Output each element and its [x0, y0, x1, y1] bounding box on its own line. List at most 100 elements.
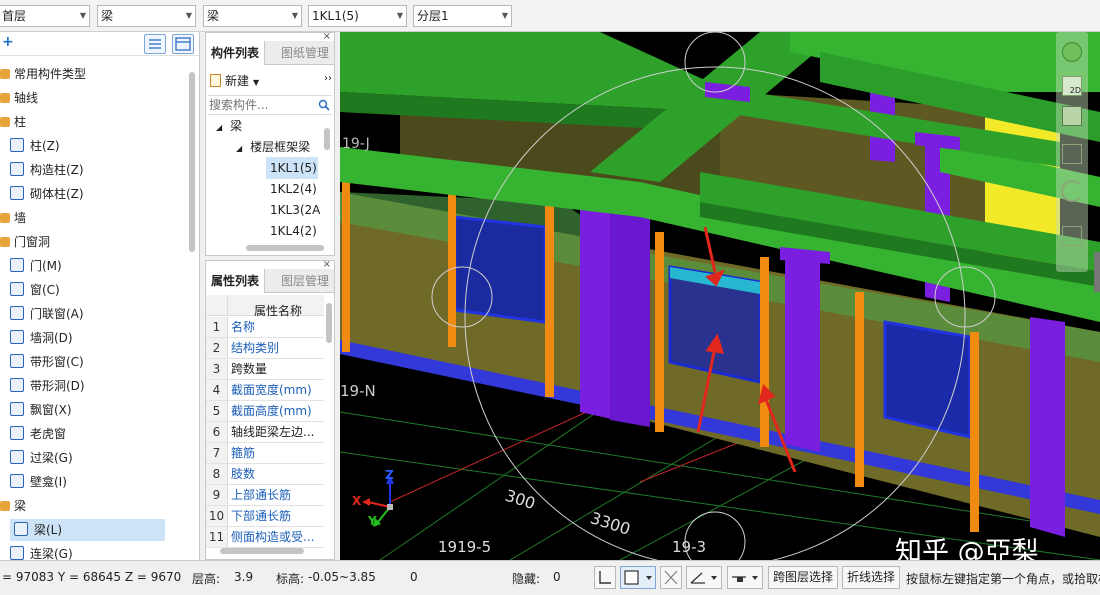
tree-item[interactable]: 窗(C) [10, 279, 60, 301]
floor-height-label: 层高: [192, 572, 221, 586]
property-hscrollbar[interactable] [220, 548, 304, 554]
tree-item[interactable]: 壁龛(I) [10, 471, 67, 493]
component-list-item[interactable]: 1KL2(4) [266, 178, 318, 200]
tab-property-list[interactable]: 属性列表 [206, 269, 266, 293]
cross-select-icon[interactable] [660, 566, 682, 589]
property-row[interactable]: 2 结构类别 [206, 338, 324, 359]
3d-viewport[interactable]: 19-J 19-N 300 3300 1919-5 19-3 X Y Z 知乎 … [340, 32, 1100, 560]
tree-item[interactable]: 带形洞(D) [10, 375, 85, 397]
axis-label-1919-5: 1919-5 [438, 538, 492, 556]
property-row-name: 结构类别 [231, 341, 280, 355]
cube-view-icon[interactable] [1062, 144, 1082, 164]
viewport-scroll-handle[interactable] [1094, 252, 1100, 292]
search-icon[interactable] [318, 99, 330, 111]
component-list-scrollbar[interactable] [324, 128, 330, 150]
globe-view-icon[interactable] [1062, 42, 1082, 62]
property-row[interactable]: 11 侧面构造或受... [206, 527, 324, 548]
property-header-label: 属性名称 [254, 304, 303, 318]
tree-item[interactable]: 过梁(G) [10, 447, 73, 469]
offset-icon[interactable] [727, 566, 763, 589]
property-row[interactable]: 1 名称 [206, 317, 324, 338]
tree-item[interactable]: 轴线 [0, 87, 38, 109]
angle-snap-icon[interactable] [686, 566, 722, 589]
tree-scrollbar[interactable] [189, 72, 195, 252]
axis-z-label: Z [385, 468, 394, 482]
object-snap-icon[interactable] [620, 566, 656, 589]
column-icon [10, 138, 24, 152]
tree-item[interactable]: 梁 [0, 495, 26, 517]
tree-item[interactable]: 柱 [0, 111, 26, 133]
tree-item-label: 轴线 [14, 91, 39, 105]
property-row[interactable]: 9 上部通长筋 [206, 485, 324, 506]
floor-select[interactable]: 首层 ▼ [0, 5, 90, 27]
ortho-snap-icon[interactable] [594, 566, 616, 589]
property-row-number: 6 [206, 422, 228, 442]
add-icon[interactable]: + [2, 34, 14, 50]
property-row[interactable]: 10 下部通长筋 [206, 506, 324, 527]
polyline-select-button[interactable]: 折线选择 [842, 566, 901, 589]
component-search-box[interactable] [208, 95, 332, 115]
expand-right-icon[interactable]: ›› [324, 73, 332, 84]
component-search-input[interactable] [208, 96, 313, 114]
tree-item[interactable]: 梁(L) [10, 519, 165, 541]
property-row-number: 10 [206, 506, 228, 526]
tree-item[interactable]: 飘窗(X) [10, 399, 72, 421]
tree-item[interactable]: 带形窗(C) [10, 351, 84, 373]
property-scrollbar[interactable] [326, 303, 332, 343]
property-row-name: 箍筋 [231, 446, 256, 460]
property-row[interactable]: 8 肢数 [206, 464, 324, 485]
tree-item[interactable]: 门窗洞 [0, 231, 50, 253]
tree-item[interactable]: 柱(Z) [10, 135, 60, 157]
tree-item[interactable]: 门(M) [10, 255, 62, 277]
property-row-number: 11 [206, 527, 228, 547]
detail-view-icon[interactable] [172, 34, 194, 54]
tree-node-frame-beam[interactable]: ◢ 楼层框架梁 [236, 136, 310, 158]
component-list-item[interactable]: 1KL4(2) [266, 220, 318, 242]
list-view-icon[interactable] [144, 34, 166, 54]
cross-layer-select-button[interactable]: 跨图层选择 [768, 566, 839, 589]
new-component-button[interactable]: 新建 ▼ [210, 71, 259, 91]
property-row[interactable]: 7 箍筋 [206, 443, 324, 464]
component-type-select[interactable]: 梁 ▼ [97, 5, 196, 27]
property-row[interactable]: 6 轴线距梁左边... [206, 422, 324, 443]
property-row-number: 1 [206, 317, 228, 337]
hidden-label: 隐藏: [512, 572, 541, 586]
component-list-item[interactable]: 1KL3(2A [266, 199, 320, 221]
3d-model-canvas[interactable] [340, 32, 1100, 560]
tab-component-list[interactable]: 构件列表 [206, 41, 266, 65]
component-name-select[interactable]: 1KL1(5) ▼ [308, 5, 407, 27]
tree-item[interactable]: 常用构件类型 [0, 63, 86, 85]
tree-item[interactable]: 门联窗(A) [10, 303, 84, 325]
2d-view-icon[interactable]: 2D [1062, 76, 1082, 96]
tree-item[interactable]: 墙洞(D) [10, 327, 73, 349]
tab-layer-management[interactable]: 图层管理 [276, 269, 334, 293]
axis-x-label: X [352, 494, 362, 508]
property-row[interactable]: 5 截面高度(mm) [206, 401, 324, 422]
layer-select[interactable]: 分层1 ▼ [413, 5, 512, 27]
property-row[interactable]: 4 截面宽度(mm) [206, 380, 324, 401]
collapse-triangle-icon[interactable]: ◢ [236, 144, 242, 153]
tree-node-beam[interactable]: ◢ 梁 [216, 115, 242, 137]
tree-item[interactable]: 墙 [0, 207, 26, 229]
property-row-name: 跨数量 [231, 362, 268, 376]
collapse-triangle-icon[interactable]: ◢ [216, 123, 222, 132]
tree-item[interactable]: 老虎窗 [10, 423, 66, 445]
tab-drawing-management[interactable]: 图纸管理 [276, 41, 334, 65]
tree-item[interactable]: 砌体柱(Z) [10, 183, 84, 205]
tree-item-label: 门窗洞 [14, 235, 51, 249]
component-list-hscrollbar[interactable] [246, 245, 324, 251]
chevron-down-icon: ▼ [501, 11, 508, 20]
tree-item-label: 壁龛(I) [30, 475, 67, 489]
component-list-item[interactable]: 1KL1(5) [266, 157, 318, 179]
tree-item[interactable]: 构造柱(Z) [10, 159, 84, 181]
rotate-icon[interactable] [1061, 180, 1083, 202]
property-row-name: 截面宽度(mm) [231, 383, 312, 397]
coupling-beam-icon [10, 546, 24, 560]
command-hint: 按鼠标左键指定第一个角点，或拾取构 [906, 572, 1100, 586]
3d-box-icon[interactable] [1062, 106, 1082, 126]
strip-window-icon [10, 354, 24, 368]
component-subtype-select[interactable]: 梁 ▼ [203, 5, 302, 27]
tree-item[interactable]: 连梁(G) [10, 543, 73, 560]
property-row[interactable]: 3 跨数量 [206, 359, 324, 380]
layer-view-icon[interactable] [1062, 226, 1082, 246]
